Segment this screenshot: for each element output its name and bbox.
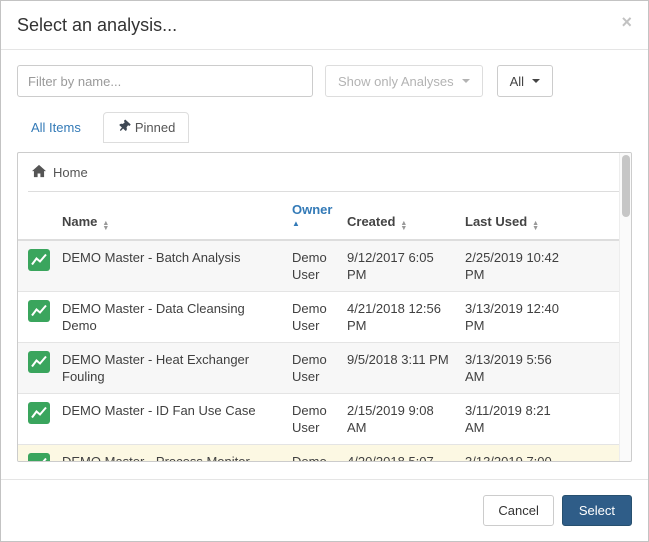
- analysis-owner: Demo User: [292, 453, 331, 462]
- column-header-owner[interactable]: Owner: [284, 192, 339, 240]
- table-header-row: Name Owner Created Last Used: [18, 192, 619, 240]
- breadcrumb-label: Home: [53, 165, 88, 180]
- scope-dropdown[interactable]: All: [497, 65, 553, 97]
- analysis-created: 2/15/2019 9:08 AM: [347, 402, 449, 436]
- analysis-last-used: 3/13/2019 5:56 AM: [465, 351, 567, 385]
- scrollbar[interactable]: [619, 153, 631, 461]
- sort-arrows-icon: [532, 221, 539, 231]
- column-header-created[interactable]: Created: [339, 192, 457, 240]
- analysis-last-used: 3/13/2019 12:40 PM: [465, 300, 567, 334]
- analyses-table: Name Owner Created Last Used: [18, 192, 619, 462]
- select-button[interactable]: Select: [562, 495, 632, 526]
- tab-pinned[interactable]: Pinned: [103, 112, 189, 143]
- scrollbar-thumb[interactable]: [622, 155, 630, 217]
- analysis-last-used: 3/11/2019 8:21 AM: [465, 402, 567, 436]
- analysis-icon: [28, 259, 50, 274]
- analysis-name: DEMO Master - Data Cleansing Demo: [62, 300, 263, 334]
- analysis-created: 4/21/2018 12:56 PM: [347, 300, 449, 334]
- filter-input[interactable]: [17, 65, 313, 97]
- chevron-down-icon: [532, 79, 540, 83]
- column-header-last-used[interactable]: Last Used: [457, 192, 619, 240]
- analysis-name: DEMO Master - Batch Analysis: [62, 249, 263, 266]
- column-header-icon: [18, 192, 54, 240]
- analysis-created: 9/12/2017 6:05 PM: [347, 249, 449, 283]
- pin-icon: [113, 118, 132, 137]
- home-icon: [32, 164, 46, 181]
- analysis-last-used: 2/25/2019 10:42 PM: [465, 249, 567, 283]
- analysis-name: DEMO Master - ID Fan Use Case: [62, 402, 263, 419]
- analysis-created: 9/5/2018 3:11 PM: [347, 351, 449, 368]
- analysis-name: DEMO Master - Heat Exchanger Fouling: [62, 351, 263, 385]
- analysis-created: 4/20/2018 5:07: [347, 453, 449, 462]
- cancel-button[interactable]: Cancel: [483, 495, 553, 526]
- type-filter-label: Show only Analyses: [338, 74, 454, 89]
- table-row[interactable]: DEMO Master - Data Cleansing Demo Demo U…: [18, 292, 619, 343]
- table-row[interactable]: DEMO Master - Process Monitor Demo User …: [18, 445, 619, 463]
- analysis-name: DEMO Master - Process Monitor: [62, 453, 263, 462]
- analysis-last-used: 3/13/2019 7:00: [465, 453, 567, 462]
- tab-all-items[interactable]: All Items: [17, 112, 95, 143]
- toolbar: Show only Analyses All: [17, 65, 632, 97]
- tab-pinned-label: Pinned: [135, 120, 175, 135]
- analysis-owner: Demo User: [292, 300, 331, 334]
- chevron-down-icon: [462, 79, 470, 83]
- modal-title: Select an analysis...: [17, 15, 632, 36]
- sort-ascending-icon: [292, 220, 331, 228]
- modal-header: Select an analysis... ×: [1, 1, 648, 50]
- type-filter-dropdown[interactable]: Show only Analyses: [325, 65, 483, 97]
- modal-footer: Cancel Select: [1, 479, 648, 541]
- analysis-icon: [28, 310, 50, 325]
- scope-label: All: [510, 74, 524, 89]
- analysis-icon: [28, 361, 50, 376]
- items-panel: Home Name Owner: [17, 152, 632, 462]
- modal-body: Show only Analyses All All Items Pinned: [1, 50, 648, 462]
- select-analysis-modal: Select an analysis... × Show only Analys…: [0, 0, 649, 542]
- table-row[interactable]: DEMO Master - ID Fan Use Case Demo User …: [18, 394, 619, 445]
- table-row[interactable]: DEMO Master - Heat Exchanger Fouling Dem…: [18, 343, 619, 394]
- sort-arrows-icon: [400, 221, 407, 231]
- analysis-icon: [28, 412, 50, 427]
- analysis-owner: Demo User: [292, 402, 331, 436]
- column-header-name[interactable]: Name: [54, 192, 284, 240]
- table-row[interactable]: DEMO Master - Batch Analysis Demo User 9…: [18, 240, 619, 292]
- breadcrumb[interactable]: Home: [18, 153, 631, 191]
- tabs: All Items Pinned: [17, 112, 632, 143]
- analysis-owner: Demo User: [292, 249, 331, 283]
- close-icon[interactable]: ×: [621, 13, 632, 31]
- sort-arrows-icon: [102, 221, 109, 231]
- analysis-owner: Demo User: [292, 351, 331, 385]
